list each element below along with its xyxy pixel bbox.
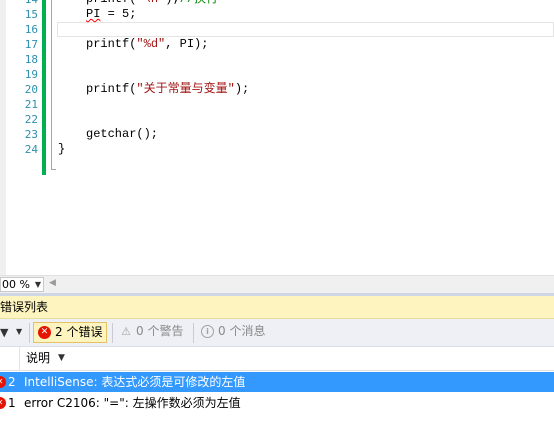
error-list-toolbar: ▼ ▼ ✕ 2 个错误 ⚠ 0 个警告 i 0 个消息	[0, 319, 554, 347]
warnings-count-label: 0 个警告	[136, 324, 184, 338]
error-circle-icon: ✕	[38, 326, 51, 339]
warnings-filter-button[interactable]: ⚠ 0 个警告	[116, 322, 187, 343]
code-token: printf(	[86, 82, 137, 96]
line-number: 17	[24, 38, 38, 51]
editor-status-bar: 00 % ▼ ◀	[0, 275, 554, 293]
line-number: 15	[24, 8, 38, 21]
scroll-left-arrow-icon[interactable]: ◀	[49, 278, 56, 288]
error-squiggle-token: PI	[86, 7, 101, 21]
chevron-down-icon: ▼	[34, 280, 41, 289]
toolbar-divider	[29, 323, 30, 343]
line-number: 22	[24, 113, 38, 126]
errors-count-label: 2 个错误	[55, 325, 103, 339]
description-column-header[interactable]: 说明	[26, 347, 50, 370]
errors-filter-button[interactable]: ✕ 2 个错误	[33, 322, 108, 343]
current-line-highlight	[57, 22, 554, 37]
error-description: error C2106: "=": 左操作数必须为左值	[24, 396, 241, 410]
code-token: printf(	[86, 37, 137, 51]
code-line[interactable]: printf("%d", PI);	[58, 37, 208, 52]
code-token: }	[58, 142, 66, 156]
code-line[interactable]: printf("关于常量与变量");	[58, 82, 249, 97]
line-number: 19	[24, 68, 38, 81]
error-row[interactable]: ✕1 error C2106: "=": 左操作数必须为左值	[0, 393, 554, 413]
code-token: , PI);	[165, 37, 209, 51]
code-token: printf(	[86, 0, 136, 6]
code-token: );	[234, 82, 250, 96]
info-circle-icon: i	[201, 325, 214, 338]
code-line[interactable]: getchar();	[58, 127, 158, 142]
string-literal: "\n"	[136, 0, 165, 6]
sort-down-icon[interactable]: ▼	[58, 347, 65, 370]
messages-filter-button[interactable]: i 0 个消息	[197, 322, 269, 343]
line-number: 16	[24, 23, 38, 36]
error-circle-icon: ✕	[0, 376, 6, 388]
error-row[interactable]: ✕2 IntelliSense: 表达式必须是可修改的左值	[0, 372, 554, 392]
line-number: 24	[24, 143, 38, 156]
line-number: 20	[24, 83, 38, 96]
string-literal: "关于常量与变量"	[136, 82, 235, 96]
zoom-dropdown[interactable]: 00 % ▼	[0, 277, 44, 292]
line-number-gutter: 1415 16 17 18 19 20 21 22 23 24	[6, 0, 38, 175]
code-editor[interactable]: 1415161718192021222324 printf("\n");//换行…	[0, 0, 554, 275]
code-comment: //换行	[180, 0, 218, 6]
error-number: 1	[8, 396, 16, 410]
error-circle-icon: ✕	[0, 397, 6, 409]
line-number: 14	[6, 0, 38, 7]
warning-triangle-icon: ⚠	[121, 324, 131, 338]
error-description: IntelliSense: 表达式必须是可修改的左值	[24, 375, 246, 389]
code-token: );	[165, 0, 179, 6]
toolbar-divider	[193, 323, 194, 343]
line-number: 23	[24, 128, 38, 141]
code-line[interactable]: printf("\n");//换行	[58, 0, 218, 7]
chevron-down-icon[interactable]: ▼	[16, 327, 22, 336]
toolbar-divider	[112, 323, 113, 343]
outline-collapse-line	[51, 0, 52, 170]
code-token: getchar();	[86, 127, 159, 141]
line-number: 21	[24, 98, 38, 111]
change-tracking-bar	[42, 0, 46, 175]
error-list-header: 说明 ▼	[0, 347, 554, 371]
error-list-title: 错误列表	[0, 300, 49, 314]
code-line[interactable]: }	[58, 142, 65, 157]
error-list-title-bar: 错误列表	[0, 296, 554, 319]
zoom-value: 00 %	[2, 278, 30, 291]
line-number: 18	[24, 53, 38, 66]
code-token: = 5;	[100, 7, 137, 21]
code-line[interactable]: PI = 5;	[58, 7, 136, 22]
string-literal: "%d"	[136, 37, 166, 51]
messages-count-label: 0 个消息	[218, 324, 266, 338]
filter-icon[interactable]: ▼	[0, 326, 8, 339]
error-number: 2	[8, 375, 16, 389]
column-divider[interactable]	[19, 347, 20, 370]
outline-collapse-end	[51, 169, 56, 170]
